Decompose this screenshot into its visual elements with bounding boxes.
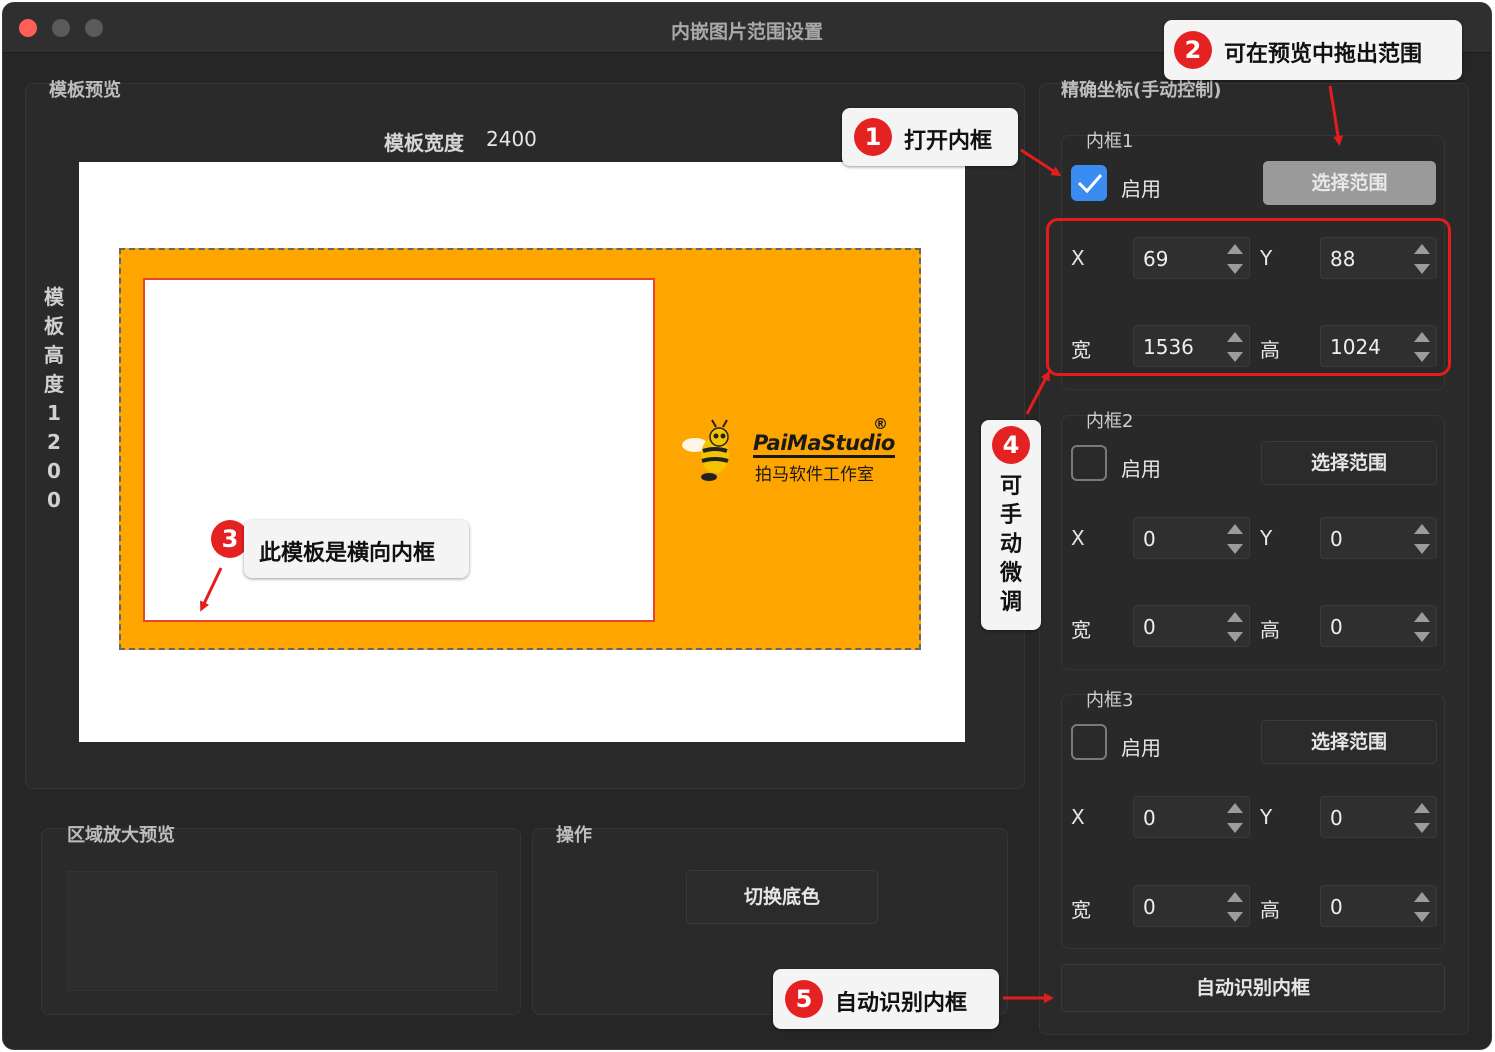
frame-2-x-label: X: [1071, 526, 1085, 550]
inner-frame-2-title: 内框2: [1086, 411, 1134, 432]
stepper-arrows-icon[interactable]: [1227, 891, 1243, 923]
callout-char: 可: [999, 474, 1022, 499]
registered-mark: ®: [873, 415, 888, 433]
brand-name: PaiMaStudio: [753, 431, 895, 458]
spin-value: 0: [1143, 615, 1156, 639]
callout-3: 此模板是横向内框: [244, 520, 469, 578]
frame-1-select-range-button[interactable]: 选择范围: [1263, 161, 1436, 205]
frame-2-enable-label: 启用: [1121, 457, 1161, 481]
frame-3-height-spinbox[interactable]: 0: [1320, 885, 1437, 927]
frame-2-height-label: 高: [1260, 618, 1280, 642]
frame-3-y-label: Y: [1260, 805, 1273, 829]
spin-value: 0: [1330, 527, 1343, 551]
frame-2-y-label: Y: [1260, 526, 1273, 550]
callout-text: 此模板是横向内框: [259, 541, 436, 566]
callout-text: 可 手 动 微 调: [998, 472, 1024, 617]
frame-2-enable-checkbox[interactable]: [1071, 445, 1107, 481]
callout-text: 自动识别内框: [835, 991, 968, 1016]
stepper-arrows-icon[interactable]: [1227, 523, 1243, 555]
frame-2-x-spinbox[interactable]: 0: [1133, 517, 1250, 559]
frame-3-select-range-button[interactable]: 选择范围: [1261, 720, 1437, 764]
frame-3-width-label: 宽: [1071, 898, 1091, 922]
frame-2-height-spinbox[interactable]: 0: [1320, 605, 1437, 647]
template-preview-label: 模板预览: [49, 80, 121, 101]
frame-3-enable-checkbox[interactable]: [1071, 724, 1107, 760]
stepper-arrows-icon[interactable]: [1414, 611, 1430, 643]
operations-label: 操作: [556, 825, 592, 846]
bee-logo-icon: [682, 419, 729, 481]
height-char: 1: [47, 401, 61, 425]
frame-3-x-label: X: [1071, 805, 1085, 829]
stepper-arrows-icon[interactable]: [1414, 802, 1430, 834]
frame-3-enable-label: 启用: [1121, 736, 1161, 760]
zoom-preview-area: [67, 871, 497, 991]
callout-char: 动: [999, 532, 1022, 557]
height-char: 0: [47, 459, 61, 483]
callout-number: 2: [1174, 31, 1212, 69]
inner-frame-3-title: 内框3: [1086, 690, 1134, 711]
toggle-background-button[interactable]: 切换底色: [686, 870, 878, 924]
spin-value: 0: [1330, 615, 1343, 639]
height-char: 板: [44, 314, 64, 338]
height-char: 0: [47, 488, 61, 512]
template-width-value: 2400: [486, 127, 537, 151]
callout-char: 手: [999, 503, 1022, 528]
callout-4: 4 可 手 动 微 调: [981, 420, 1041, 630]
callout-number: 4: [992, 426, 1030, 464]
stepper-arrows-icon[interactable]: [1414, 523, 1430, 555]
frame-3-width-spinbox[interactable]: 0: [1133, 885, 1250, 927]
callout-char: 调: [999, 590, 1022, 615]
template-image: PaiMaStudio ® 拍马软件工作室: [119, 248, 921, 650]
callout-number: 1: [854, 118, 892, 156]
callout-2: 2 可在预览中拖出范围: [1164, 20, 1462, 80]
template-preview-canvas[interactable]: PaiMaStudio ® 拍马软件工作室: [79, 162, 965, 742]
checkmark-icon: [1077, 174, 1103, 194]
callout-text: 打开内框: [904, 129, 993, 154]
template-width-label: 模板宽度: [384, 131, 464, 155]
callout-5: 5 自动识别内框: [773, 969, 999, 1029]
height-char: 高: [44, 343, 64, 367]
spin-value: 0: [1330, 895, 1343, 919]
auto-detect-frame-button[interactable]: 自动识别内框: [1061, 964, 1445, 1012]
height-char: 模: [44, 285, 64, 309]
zoom-preview-label: 区域放大预览: [67, 825, 175, 846]
spin-value: 0: [1330, 806, 1343, 830]
template-height-label: 模 板 高 度 1 2 0 0: [41, 283, 67, 515]
brand-logo: PaiMaStudio ® 拍马软件工作室: [681, 415, 901, 495]
stepper-arrows-icon[interactable]: [1227, 611, 1243, 643]
spin-value: 0: [1143, 895, 1156, 919]
callout-text: 可在预览中拖出范围: [1224, 42, 1423, 67]
inner-frame-1-title: 内框1: [1086, 131, 1134, 152]
height-char: 度: [44, 372, 64, 396]
callout-char: 微: [999, 561, 1022, 586]
callout-number: 5: [785, 980, 823, 1018]
spin-value: 0: [1143, 806, 1156, 830]
frame-3-height-label: 高: [1260, 898, 1280, 922]
callout-1: 1 打开内框: [842, 108, 1018, 166]
stepper-arrows-icon[interactable]: [1414, 891, 1430, 923]
frame-3-y-spinbox[interactable]: 0: [1320, 796, 1437, 838]
frame-3-x-spinbox[interactable]: 0: [1133, 796, 1250, 838]
frame-1-enable-checkbox[interactable]: [1071, 165, 1107, 201]
frame-2-width-spinbox[interactable]: 0: [1133, 605, 1250, 647]
stepper-arrows-icon[interactable]: [1227, 802, 1243, 834]
spin-value: 0: [1143, 527, 1156, 551]
frame-2-width-label: 宽: [1071, 618, 1091, 642]
frame-2-y-spinbox[interactable]: 0: [1320, 517, 1437, 559]
brand-name-cn: 拍马软件工作室: [755, 465, 874, 485]
frame-2-select-range-button[interactable]: 选择范围: [1261, 441, 1437, 485]
frame-1-enable-label: 启用: [1121, 177, 1161, 201]
annotation-highlight-frame: [1046, 218, 1451, 376]
height-char: 2: [47, 430, 61, 454]
